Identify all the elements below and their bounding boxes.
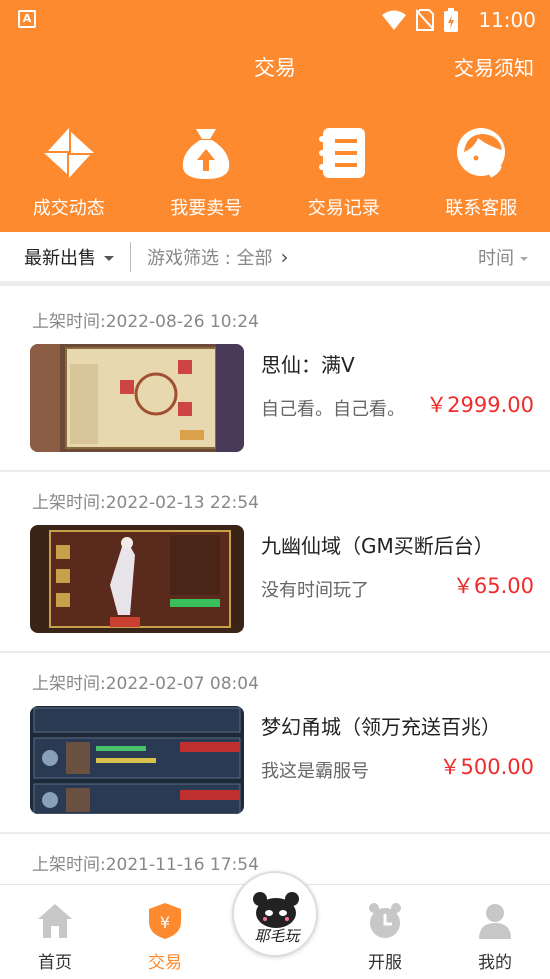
center-logo-button[interactable]: 耶毛玩 xyxy=(232,871,318,957)
svg-text:¥: ¥ xyxy=(160,913,170,932)
tab-trade[interactable]: ¥ 交易 xyxy=(125,902,205,973)
game-filter[interactable]: 游戏筛选 : 全部 xyxy=(147,244,273,270)
quick-action-deals[interactable]: 成交动态 xyxy=(0,126,138,220)
home-icon xyxy=(38,904,72,938)
quick-action-records[interactable]: 交易记录 xyxy=(275,126,413,220)
listing-date: 上架时间:2022-02-13 22:54 xyxy=(32,493,259,513)
listing-price: ￥500.00 xyxy=(439,755,534,779)
sort-dropdown[interactable]: 最新出售 xyxy=(24,244,114,270)
listing-description: 没有时间玩了 xyxy=(261,580,369,601)
listing-price: ￥65.00 xyxy=(452,574,534,598)
sort-label: 最新出售 xyxy=(24,247,96,269)
pinwheel-icon xyxy=(43,128,94,178)
time-sort-label: 时间 xyxy=(478,247,514,269)
status-bar: A 11:00 xyxy=(0,0,550,38)
divider xyxy=(130,241,131,272)
status-time: 11:00 xyxy=(478,8,536,32)
caret-down-icon xyxy=(520,256,528,261)
listing-title: 梦幻甬城（领万充送百兆） xyxy=(261,715,501,739)
wifi-icon xyxy=(382,10,406,30)
listing-item[interactable]: 上架时间:2022-02-13 22:54 九幽仙域（GM买断后台） 没有时间玩… xyxy=(0,472,550,653)
time-sort[interactable]: 时间 xyxy=(478,244,528,270)
filter-bar: 最新出售 游戏筛选 : 全部 › 时间 xyxy=(0,232,550,286)
listing-date: 上架时间:2022-08-26 10:24 xyxy=(32,312,259,332)
bottom-tab-bar: 首页 ¥ 交易 耶毛玩 开服 我的 xyxy=(0,871,550,979)
quick-action-label: 成交动态 xyxy=(32,198,105,219)
record-list-icon xyxy=(318,128,365,178)
quick-action-label: 联系客服 xyxy=(445,198,518,219)
tab-label: 我的 xyxy=(478,953,512,973)
no-sim-icon xyxy=(416,9,434,31)
listing-description: 自己看。自己看。 xyxy=(261,399,405,420)
money-bag-icon xyxy=(183,129,230,179)
quick-action-support[interactable]: 联系客服 xyxy=(413,126,550,220)
listing-date: 上架时间:2021-11-16 17:54 xyxy=(32,855,259,875)
tab-label: 首页 xyxy=(38,953,72,973)
listing-item[interactable]: 上架时间:2022-02-07 08:04 梦幻甬城（领万充送百兆） 我这是霸服… xyxy=(0,653,550,834)
trade-shield-icon: ¥ xyxy=(149,903,181,939)
tab-label: 交易 xyxy=(148,953,182,973)
listing-item[interactable]: 上架时间:2022-08-26 10:24 思仙：满V 自己看。自己看。 ￥29… xyxy=(0,291,550,472)
caret-down-icon xyxy=(104,256,114,261)
listing-thumbnail xyxy=(30,344,244,452)
logo-text: 耶毛玩 xyxy=(254,927,300,945)
quick-actions: 成交动态 我要卖号 交易记录 联系客服 xyxy=(0,126,550,220)
listing-title: 思仙：满V xyxy=(261,353,355,377)
chevron-right-icon: › xyxy=(280,244,289,269)
listing-thumbnail xyxy=(30,706,244,814)
listing-title: 九幽仙域（GM买断后台） xyxy=(261,534,494,558)
trade-notice-link[interactable]: 交易须知 xyxy=(454,52,534,81)
listing-price: ￥2999.00 xyxy=(426,393,534,417)
tab-home[interactable]: 首页 xyxy=(15,902,95,973)
quick-action-label: 我要卖号 xyxy=(170,198,243,219)
header: A 11:00 交易 交易须知 成交动态 我要卖号 交易记录 联系客服 xyxy=(0,0,550,232)
tab-label: 开服 xyxy=(368,953,402,973)
alarm-clock-icon xyxy=(369,903,401,938)
quick-action-label: 交易记录 xyxy=(307,198,380,219)
mascot-logo-icon xyxy=(253,892,299,928)
tab-mine[interactable]: 我的 xyxy=(455,902,535,973)
user-icon xyxy=(479,904,511,939)
battery-charging-icon xyxy=(444,8,458,32)
quick-action-sell[interactable]: 我要卖号 xyxy=(138,126,276,220)
listing-date: 上架时间:2022-02-07 08:04 xyxy=(32,674,259,694)
app-notification-icon: A xyxy=(18,10,36,28)
listing-description: 我这是霸服号 xyxy=(261,761,369,782)
tab-server-open[interactable]: 开服 xyxy=(345,902,425,973)
listing-thumbnail xyxy=(30,525,244,633)
customer-service-icon xyxy=(457,128,506,178)
listing-list: 上架时间:2022-08-26 10:24 思仙：满V 自己看。自己看。 ￥29… xyxy=(0,291,550,954)
